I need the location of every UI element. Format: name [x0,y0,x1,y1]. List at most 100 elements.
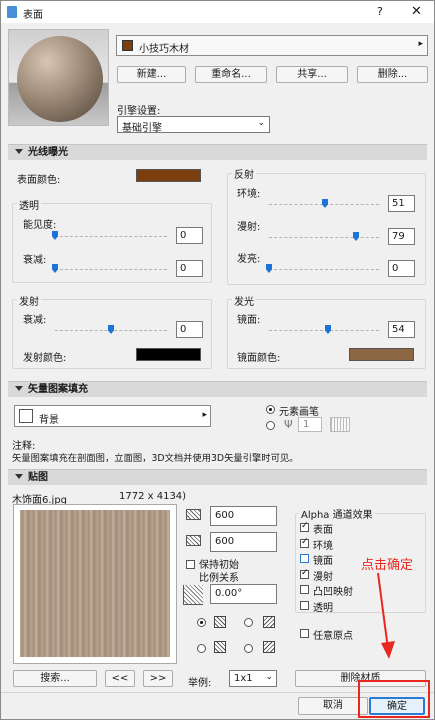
surface-color-swatch[interactable] [136,169,201,182]
element-pen-label: 元素画笔 [279,407,319,418]
pen-number-input[interactable]: 1 [298,417,322,432]
alpha-checkbox-1[interactable] [300,537,309,548]
window-title: 表面 [23,10,43,21]
scale-select[interactable]: 1x1 ⌄ [229,670,277,687]
keep-ratio-checkbox[interactable] [186,560,195,569]
keep-ratio-label-2: 比例关系 [199,573,239,584]
transparency-attenuation-label: 衰减: [23,255,47,266]
prev-texture-button[interactable]: << [105,670,135,687]
section-texture-title: 贴图 [28,472,48,483]
material-color-chip [122,40,133,51]
visibility-label: 能见度: [23,220,57,231]
alpha-checkbox-4[interactable] [300,585,309,594]
random-origin-checkbox[interactable] [300,629,309,638]
chevron-down-icon: ⌄ [257,118,265,128]
transparency-attenuation-value[interactable]: 0 [176,260,203,277]
orientation-radio-3[interactable] [197,644,206,653]
specular-value[interactable]: 0 [388,260,415,277]
section-vector-title: 矢量图案填充 [28,384,88,395]
preview-sphere [17,36,103,122]
pen-icon: Ψ [284,418,293,431]
transparency-attenuation-slider[interactable] [52,264,167,273]
orientation-radio-1[interactable] [197,618,206,627]
engine-value: 基础引擎 [122,123,162,134]
emission-color-swatch[interactable] [136,348,201,361]
mirror-color-swatch[interactable] [349,348,414,361]
random-origin-label: 任意原点 [313,631,353,642]
new-button[interactable]: 新建... [117,66,186,83]
engine-label: 引擎设置: [117,106,161,117]
material-selector[interactable]: 小技巧木材 ▸ [116,35,428,56]
fill-label: 背景 [39,415,59,426]
annotation-arrow [377,572,395,659]
alpha-checkbox-5[interactable] [300,600,309,610]
texture-width-input[interactable]: 600 [210,506,277,526]
reflection-title: 反射 [232,166,256,181]
custom-pen-radio[interactable] [266,421,275,430]
alpha-checkbox-3[interactable] [300,568,309,579]
alpha-title: Alpha 通道效果 [299,506,375,521]
ok-button[interactable]: 确定 [369,697,425,715]
mirror-label: 镜面: [237,315,261,326]
chevron-down-icon: ⌄ [265,672,273,682]
mirror-color-label: 镜面颜色: [237,353,281,364]
orientation-pattern-1-icon [214,616,226,628]
engine-select[interactable]: 基础引擎 ⌄ [117,116,270,134]
mirror-slider[interactable] [269,325,379,334]
emission-attenuation-slider[interactable] [55,325,167,334]
section-vector-header[interactable]: 矢量图案填充 [8,381,427,397]
element-pen-radio[interactable] [266,405,275,414]
ambient-label: 环境: [237,189,261,200]
alpha-label-0: 表面 [313,525,333,536]
specular-label: 发亮: [237,254,261,265]
texture-thumbnail [13,504,177,664]
alpha-checkbox-0[interactable] [300,521,309,532]
section-light-header[interactable]: 光线曝光 [8,144,427,160]
visibility-slider[interactable] [52,231,167,240]
emission-color-label: 发射颜色: [23,353,67,364]
rename-button[interactable]: 重命名... [195,66,267,83]
material-name: 小技巧木材 [139,44,189,55]
next-texture-button[interactable]: >> [143,670,173,687]
alpha-label-2: 镜面 [313,556,333,567]
alpha-checkbox-2[interactable] [300,554,309,563]
diffuse-slider[interactable] [269,232,379,241]
emission-attenuation-label: 衰减: [23,315,47,326]
transparency-title: 透明 [17,197,41,212]
visibility-value[interactable]: 0 [176,227,203,244]
note-text: 矢量图案填充在剖面图，立面图，3D文档并使用3D矢量引擎时可见。 [12,453,299,464]
width-icon [186,509,201,520]
mirror-value[interactable]: 54 [388,321,415,338]
specular-slider[interactable] [266,264,379,273]
pen-color-swatch[interactable] [330,417,350,432]
fill-pattern-swatch [19,409,33,423]
close-button[interactable]: ✕ [411,4,422,19]
orientation-radio-2[interactable] [244,618,253,627]
orientation-pattern-3-icon [214,641,226,653]
search-button[interactable]: 搜索... [13,670,97,687]
help-button[interactable]: ? [377,5,383,18]
share-button[interactable]: 共享... [276,66,348,83]
material-preview [8,29,109,126]
alpha-label-4: 凸凹映射 [313,587,353,598]
emission-title: 发射 [17,293,41,308]
collapse-caret-icon [15,474,23,479]
ambient-slider[interactable] [269,199,379,208]
delete-button[interactable]: 删除... [357,66,428,83]
height-icon [186,535,201,546]
fill-selector[interactable]: 背景 ▸ [14,405,211,427]
title-bar: 表面 ? ✕ [1,1,434,23]
wood-texture-image [20,510,170,657]
texture-height-input[interactable]: 600 [210,532,277,552]
submenu-arrow-icon: ▸ [202,410,207,420]
material-dialog: 表面 ? ✕ 小技巧木材 ▸ 新建... 重命名... 共享... 删除... … [0,0,435,720]
surface-color-label: 表面颜色: [17,175,61,186]
section-texture-header[interactable]: 贴图 [8,469,427,485]
diffuse-value[interactable]: 79 [388,228,415,245]
texture-angle-input[interactable]: 0.00° [210,584,277,604]
ambient-value[interactable]: 51 [388,195,415,212]
orientation-radio-4[interactable] [244,644,253,653]
emission-attenuation-value[interactable]: 0 [176,321,203,338]
alpha-label-3: 漫射 [313,571,333,583]
angle-icon [183,585,203,605]
